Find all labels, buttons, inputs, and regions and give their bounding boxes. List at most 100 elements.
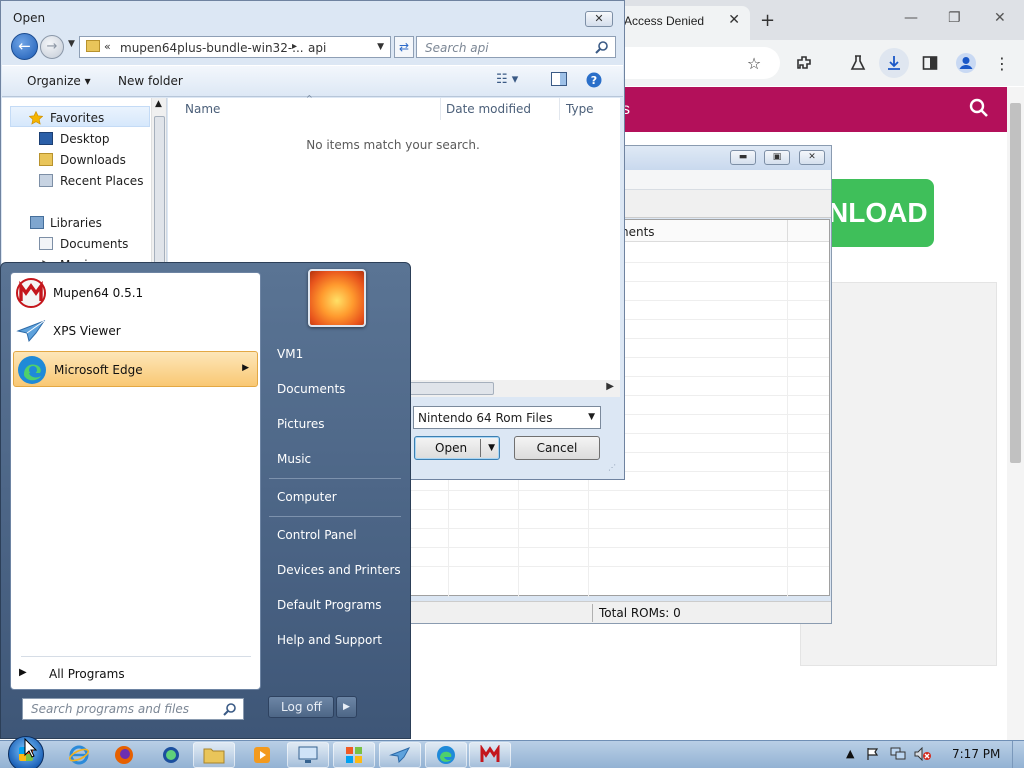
scroll-up-icon[interactable]: ▲ — [155, 99, 162, 109]
address-dropdown-icon[interactable]: ▼ — [377, 42, 384, 52]
menu-kebab-icon[interactable]: ⋮ — [990, 51, 1014, 75]
breadcrumb-parent[interactable]: mupen64plus-bundle-win32-... — [120, 41, 304, 55]
file-type-filter-select[interactable]: Nintendo 64 Rom Files ▼ — [413, 406, 601, 429]
xps-viewer-icon[interactable] — [379, 742, 421, 768]
start-link-user[interactable]: VM1 — [267, 339, 402, 369]
program-label: XPS Viewer — [53, 324, 121, 338]
dialog-search-input[interactable]: Search api — [416, 36, 616, 58]
open-options-dropdown-icon[interactable]: ▼ — [488, 437, 495, 459]
back-arrow-icon[interactable]: ← — [11, 33, 38, 60]
recent-locations-dropdown-icon[interactable]: ▼ — [68, 39, 75, 49]
log-off-button[interactable]: Log off — [268, 696, 334, 718]
new-folder-button[interactable]: New folder — [118, 74, 183, 88]
start-link-music[interactable]: Music — [267, 444, 402, 474]
nav-item-recent-places[interactable]: Recent Places — [2, 170, 152, 191]
refresh-icon[interactable]: ⇄ — [394, 36, 414, 58]
shutdown-options-arrow-icon[interactable]: ▶ — [336, 696, 357, 718]
search-icon[interactable] — [595, 40, 609, 57]
column-header-name[interactable]: Name — [185, 102, 220, 116]
start-link-computer[interactable]: Computer — [267, 482, 402, 512]
media-player-icon[interactable] — [241, 742, 283, 768]
new-tab-icon[interactable]: + — [760, 10, 775, 31]
mupen-statusbar: Total ROMs: 0 — [396, 601, 831, 623]
forward-arrow-icon[interactable]: → — [40, 35, 64, 59]
restore-icon[interactable]: ❐ — [948, 10, 961, 26]
xps-viewer-icon — [15, 315, 47, 347]
tab-close-icon[interactable]: ✕ — [728, 12, 740, 28]
breadcrumb-separator-icon[interactable]: ▸ — [292, 41, 297, 52]
nav-item-downloads[interactable]: Downloads — [2, 149, 152, 170]
column-divider[interactable] — [559, 98, 560, 120]
submenu-arrow-icon[interactable]: ▶ — [242, 363, 249, 373]
change-view-icon[interactable]: ☷ ▾ — [496, 72, 518, 87]
action-center-flag-icon[interactable] — [866, 747, 880, 764]
show-desktop-button[interactable] — [1012, 741, 1024, 768]
breadcrumb-current[interactable]: api — [308, 41, 326, 55]
search-icon[interactable] — [223, 702, 237, 719]
nav-item-favorites[interactable]: Favorites — [10, 106, 150, 127]
nav-item-documents[interactable]: Documents — [2, 233, 152, 254]
volume-muted-icon[interactable] — [914, 746, 932, 764]
nav-item-label: Downloads — [60, 153, 126, 167]
file-explorer-icon[interactable] — [193, 742, 235, 768]
minimize-icon[interactable]: — — [904, 10, 918, 26]
column-header-comments[interactable]: nents — [621, 225, 655, 239]
mupen-close-icon[interactable]: ✕ — [799, 150, 825, 165]
site-search-icon[interactable] — [969, 98, 989, 121]
downloads-icon[interactable] — [879, 48, 909, 78]
open-button[interactable]: Open ▼ — [414, 436, 500, 460]
link-label: Control Panel — [277, 528, 357, 542]
resize-grip-icon[interactable]: ⋰ — [608, 463, 616, 472]
user-avatar[interactable] — [308, 269, 366, 327]
cancel-button[interactable]: Cancel — [514, 436, 600, 460]
extensions-icon[interactable] — [792, 51, 816, 75]
program-item-microsoft-edge[interactable]: Microsoft Edge ▶ — [13, 351, 258, 387]
column-header-date-modified[interactable]: Date modified — [446, 102, 531, 116]
start-link-devices-printers[interactable]: Devices and Printers — [267, 555, 402, 585]
column-divider[interactable] — [440, 98, 441, 120]
start-link-documents[interactable]: Documents — [267, 374, 402, 404]
show-hidden-icons-icon[interactable]: ▲ — [846, 747, 854, 760]
scrollbar-thumb[interactable] — [408, 382, 494, 395]
bookmark-star-icon[interactable]: ☆ — [742, 51, 766, 75]
firefox-icon[interactable] — [103, 742, 145, 768]
program-item-mupen64[interactable]: Mupen64 0.5.1 — [13, 275, 258, 311]
address-breadcrumb[interactable]: « mupen64plus-bundle-win32-... ▸ api ▼ — [79, 36, 391, 58]
close-icon[interactable]: ✕ — [994, 10, 1006, 26]
remote-desktop-icon[interactable] — [287, 742, 329, 768]
profile-icon[interactable] — [954, 51, 978, 75]
side-panel-icon[interactable] — [918, 51, 942, 75]
app-icon[interactable] — [150, 742, 192, 768]
labs-flask-icon[interactable] — [846, 51, 870, 75]
edge-icon[interactable] — [425, 742, 467, 768]
scrollbar-thumb[interactable] — [1010, 103, 1021, 463]
dropdown-arrow-icon[interactable]: ▼ — [588, 412, 595, 422]
dialog-close-icon[interactable]: ✕ — [585, 11, 613, 27]
separator — [21, 656, 251, 657]
start-link-control-panel[interactable]: Control Panel — [267, 520, 402, 550]
nav-item-libraries[interactable]: Libraries — [2, 212, 152, 233]
windows-update-icon[interactable] — [333, 742, 375, 768]
start-search-input[interactable]: Search programs and files — [22, 698, 244, 720]
page-scrollbar[interactable] — [1007, 87, 1024, 740]
mupen64-icon[interactable] — [469, 742, 511, 768]
link-label: Default Programs — [277, 598, 382, 612]
preview-pane-icon[interactable] — [551, 72, 567, 90]
breadcrumb-overflow-icon[interactable]: « — [104, 40, 111, 53]
organize-button[interactable]: Organize ▾ — [27, 74, 91, 88]
system-clock[interactable]: 7:17 PM — [952, 747, 1000, 761]
start-link-help-support[interactable]: Help and Support — [267, 625, 402, 655]
column-header-type[interactable]: Type — [566, 102, 594, 116]
link-label: Documents — [277, 382, 346, 396]
start-link-default-programs[interactable]: Default Programs — [267, 590, 402, 620]
start-link-pictures[interactable]: Pictures — [267, 409, 402, 439]
scroll-right-icon[interactable]: ▶ — [606, 381, 614, 392]
help-icon[interactable]: ? — [586, 72, 602, 92]
nav-item-desktop[interactable]: Desktop — [2, 128, 152, 149]
internet-explorer-icon[interactable] — [58, 742, 100, 768]
mupen-minimize-icon[interactable]: ▬ — [730, 150, 756, 165]
mupen-maximize-icon[interactable]: ▣ — [764, 150, 790, 165]
browser-tab[interactable]: Access Denied ✕ — [612, 6, 750, 40]
network-icon[interactable] — [890, 747, 906, 764]
program-item-xps-viewer[interactable]: XPS Viewer — [13, 313, 258, 349]
